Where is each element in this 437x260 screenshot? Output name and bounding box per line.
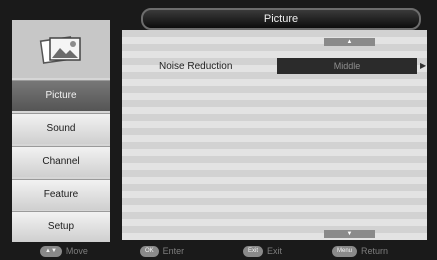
scroll-down-icon: ▼ (346, 231, 353, 237)
sidebar-item-picture[interactable]: Picture (12, 80, 110, 111)
ok-key-icon: OK (140, 246, 159, 257)
picture-icon (39, 36, 81, 64)
move-hint-label: Move (65, 246, 88, 256)
sidebar-item-label: Picture (45, 90, 77, 101)
sidebar-item-label: Channel (42, 156, 80, 167)
sidebar-item-feature[interactable]: Feature (12, 179, 110, 210)
scroll-up-icon: ▲ (346, 39, 353, 45)
page-title: Picture (263, 13, 299, 25)
return-hint-label: Return (361, 246, 389, 256)
value-right-arrow-icon[interactable]: ▶ (420, 58, 430, 74)
menu-key-icon: Menu (332, 246, 358, 257)
sidebar-item-channel[interactable]: Channel (12, 146, 110, 177)
exit-hint: Exit Exit (243, 246, 282, 257)
picture-category-logo (12, 20, 110, 78)
noise-reduction-label: Noise Reduction (159, 61, 233, 72)
move-key-icon: ▲▼ (40, 246, 62, 257)
scroll-up-button[interactable]: ▲ (324, 38, 375, 46)
move-hint: ▲▼ Move (40, 246, 88, 257)
menu-title-bar: Picture (141, 8, 421, 30)
sidebar-item-setup[interactable]: Setup (12, 211, 110, 242)
scroll-down-button[interactable]: ▼ (324, 230, 375, 238)
noise-reduction-value[interactable]: Middle (277, 58, 417, 74)
footer-hint-bar: ▲▼ Move OK Enter Exit Exit Menu Return (0, 243, 437, 260)
exit-key-icon: Exit (243, 246, 264, 257)
sidebar-item-label: Sound (46, 123, 76, 134)
exit-hint-label: Exit (267, 246, 283, 256)
sidebar-item-sound[interactable]: Sound (12, 113, 110, 144)
enter-hint-label: Enter (162, 246, 185, 256)
enter-hint: OK Enter (140, 246, 184, 257)
return-hint: Menu Return (332, 246, 388, 257)
sidebar-item-label: Setup (47, 221, 75, 232)
sidebar-item-label: Feature (43, 189, 79, 200)
